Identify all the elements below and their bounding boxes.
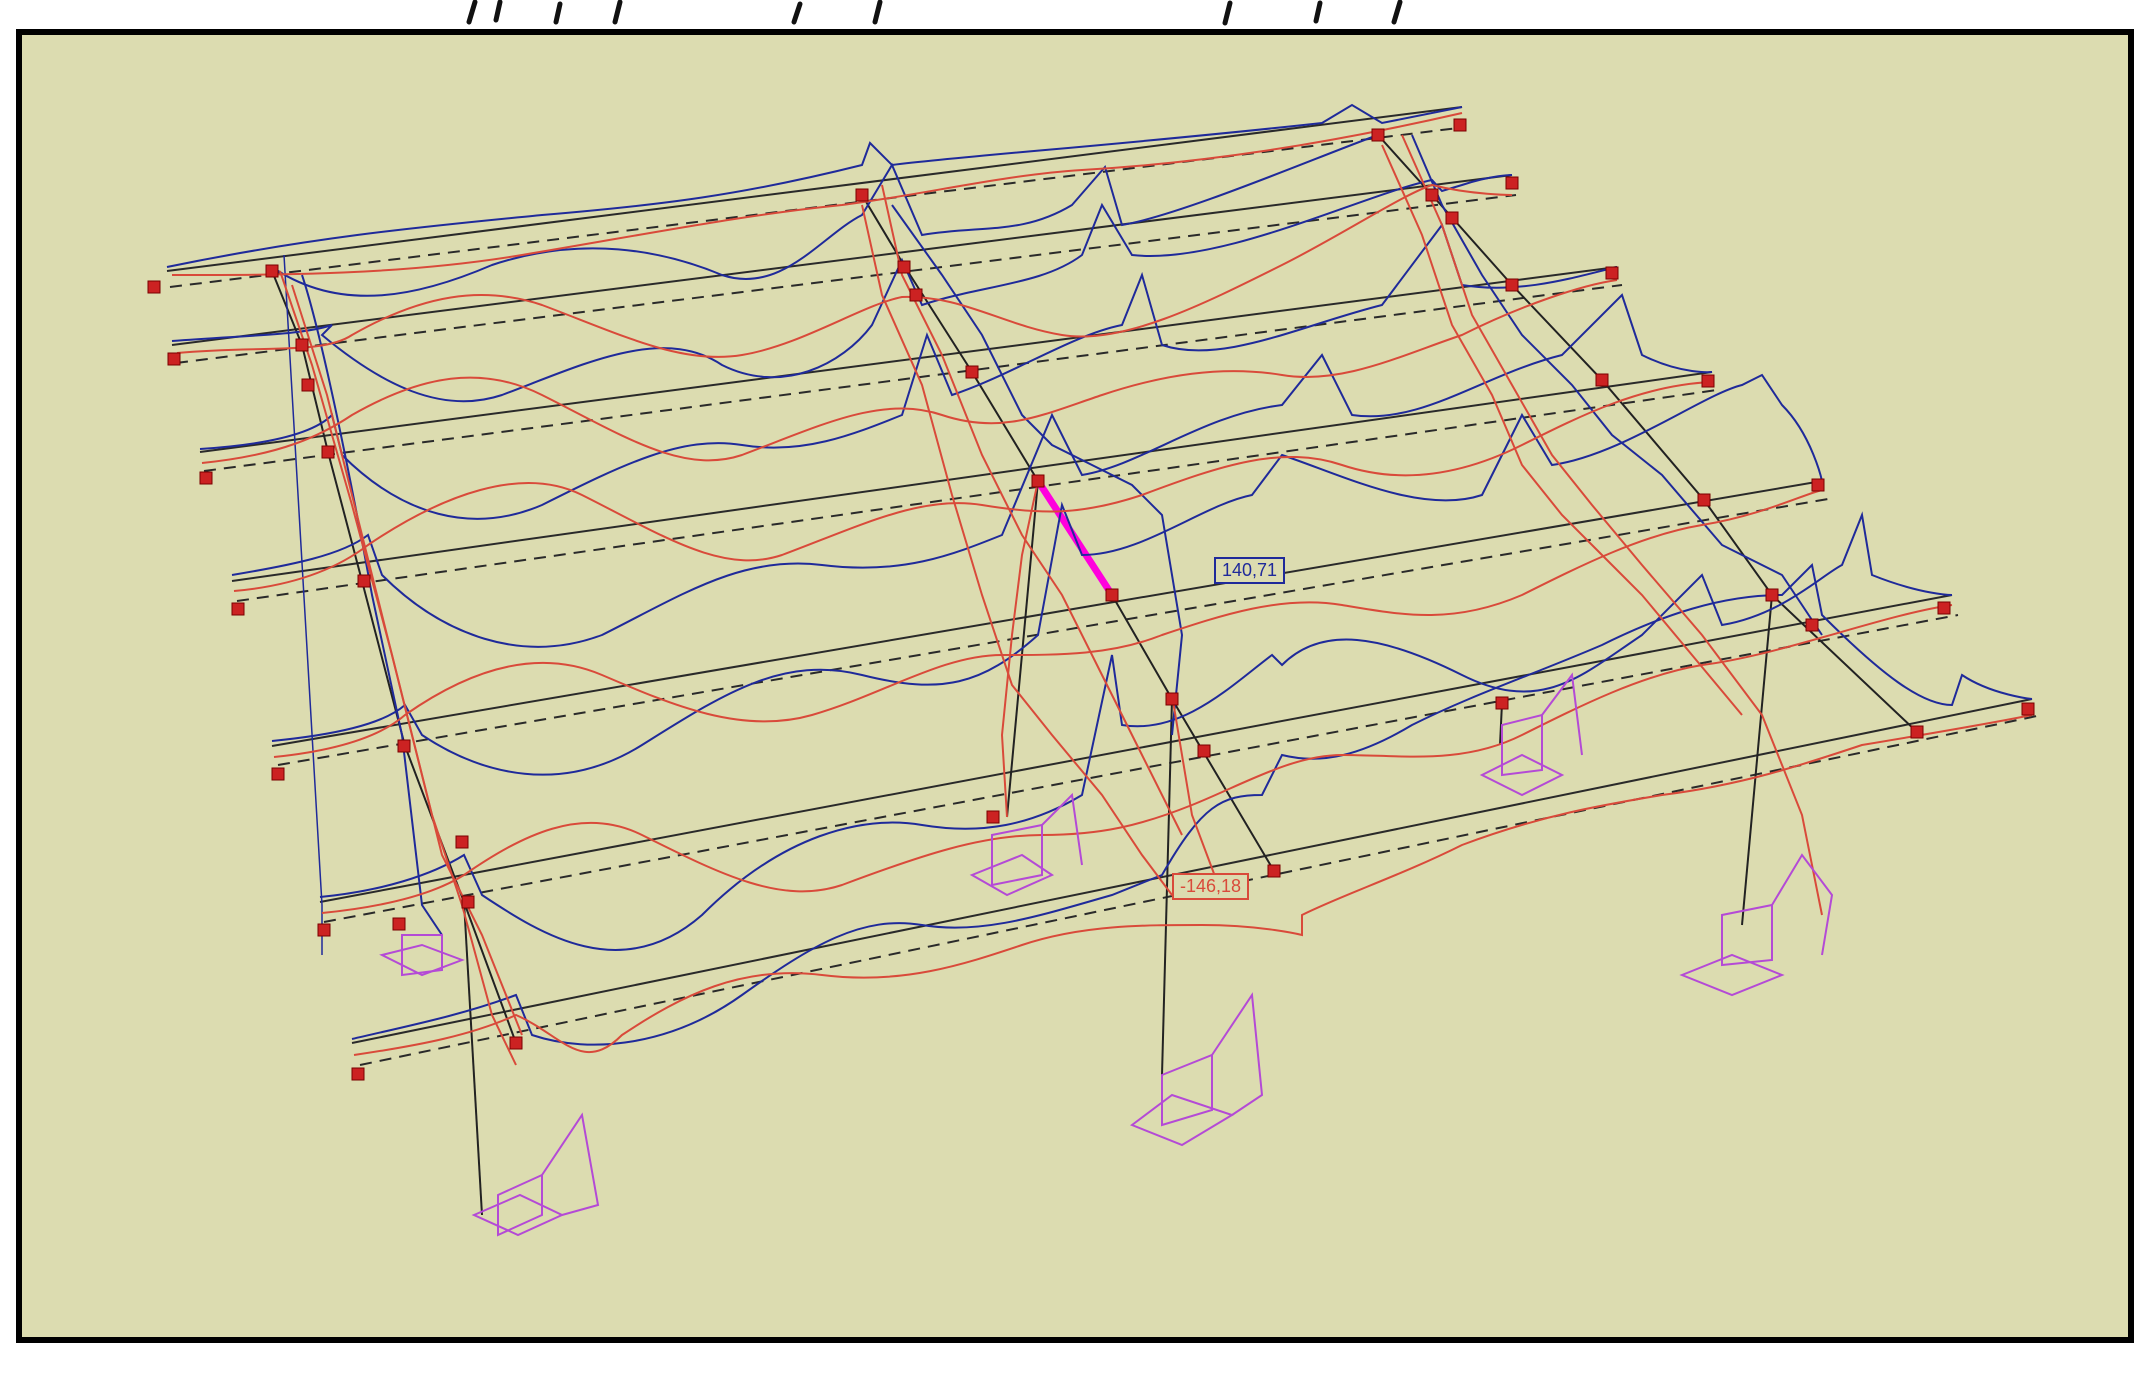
support-symbol-icon	[379, 672, 1834, 1237]
structural-3d-viewport[interactable]: 140,71 -146,18	[16, 29, 2134, 1343]
min-moment-label: -146,18	[1172, 873, 1250, 900]
frame-model-canvas[interactable]	[22, 35, 2128, 1337]
moment-diagram-red	[171, 112, 2033, 1066]
girder-lines	[271, 134, 1918, 1216]
cropped-heading-glyphs	[466, 0, 1403, 26]
max-moment-label: 140,71	[1214, 557, 1286, 584]
cropped-heading-strip	[0, 0, 2156, 28]
